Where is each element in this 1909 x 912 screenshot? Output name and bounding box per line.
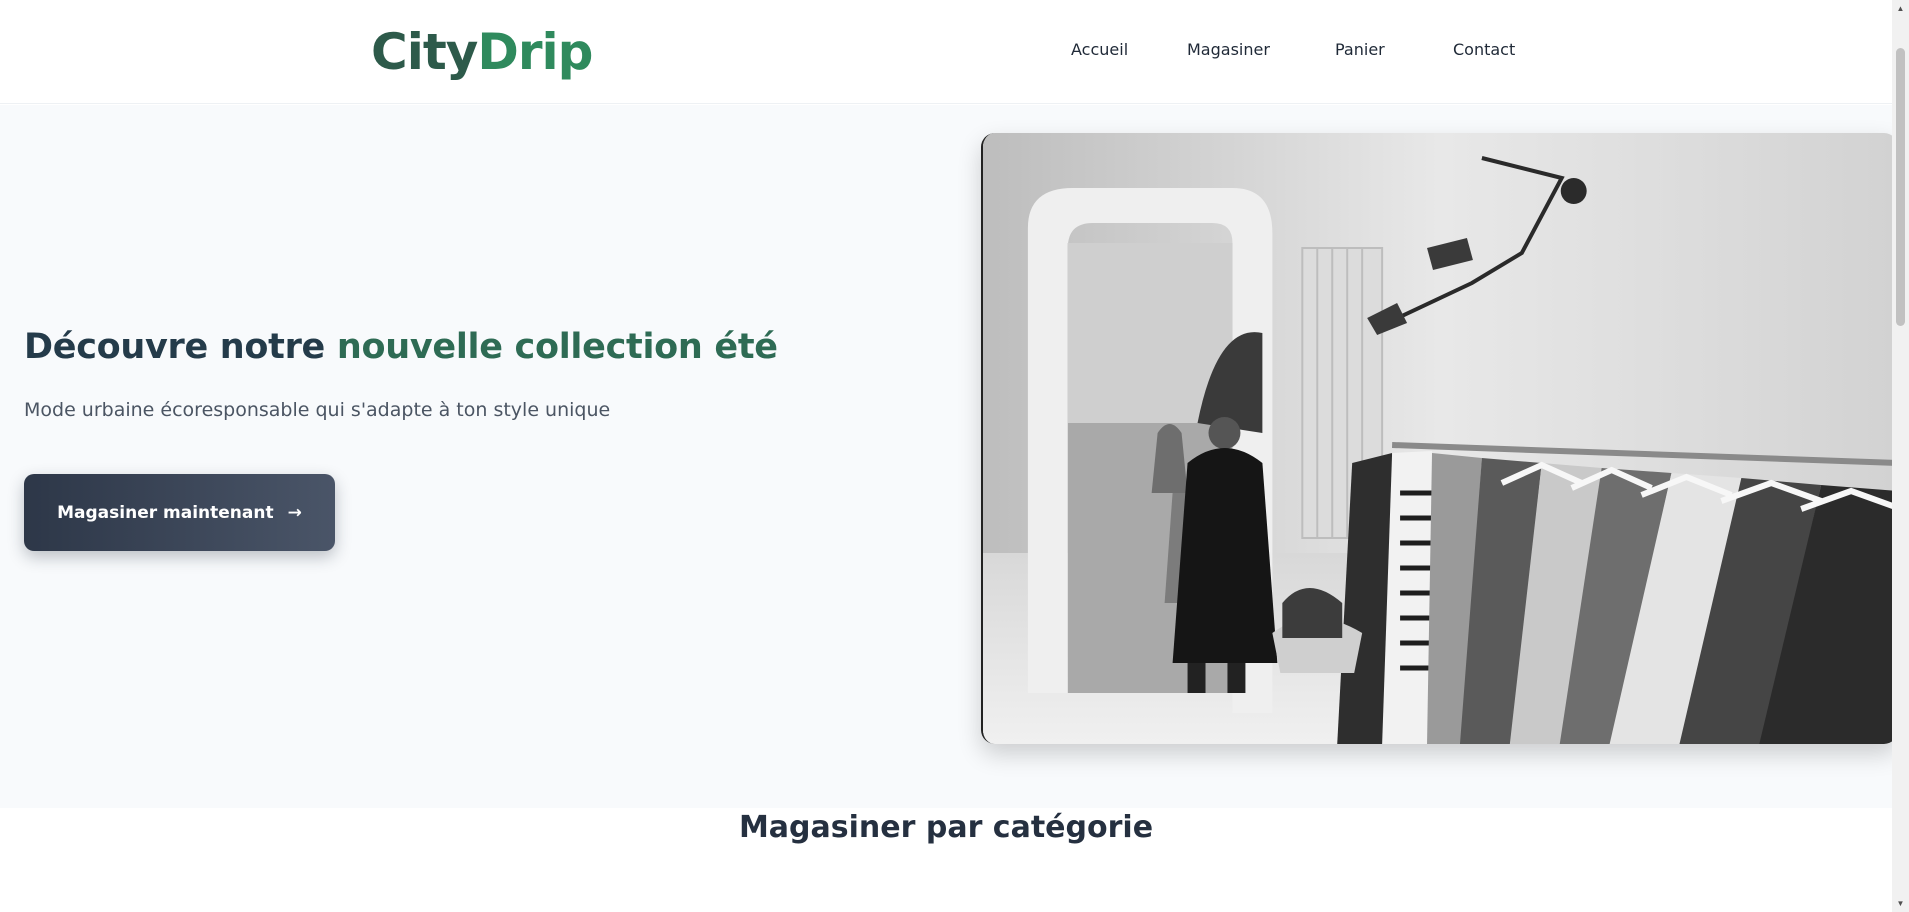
hero-image [981, 133, 1898, 744]
hero-title-start: Découvre notre [24, 327, 337, 367]
nav-link-panier[interactable]: Panier [1335, 40, 1385, 59]
shop-now-label: Magasiner maintenant [57, 502, 274, 523]
site-header: CityDrip Accueil Magasiner Panier Contac… [0, 0, 1892, 104]
hero-title-accent: nouvelle collection été [336, 327, 778, 367]
hero-section: Découvre notre nouvelle collection été M… [0, 105, 1898, 808]
scroll-up-icon[interactable]: ▲ [1892, 0, 1909, 17]
category-section-title: Magasiner par catégorie [738, 810, 1154, 845]
scroll-down-icon[interactable]: ▼ [1892, 895, 1909, 912]
clothing-store-photo-icon [983, 133, 1898, 744]
brand-logo-part1: City [371, 23, 478, 81]
nav-link-magasiner[interactable]: Magasiner [1187, 40, 1270, 59]
arrow-right-icon: → [287, 502, 302, 523]
nav-link-accueil[interactable]: Accueil [1071, 40, 1128, 59]
scroll-thumb[interactable] [1896, 48, 1905, 326]
page-scrollbar[interactable]: ▲ ▼ [1892, 0, 1909, 912]
hero-subtitle: Mode urbaine écoresponsable qui s'adapte… [24, 399, 611, 421]
brand-logo-part2: Drip [477, 23, 593, 81]
hero-title: Découvre notre nouvelle collection été [24, 327, 778, 367]
brand-logo[interactable]: CityDrip [371, 22, 593, 82]
shop-now-button[interactable]: Magasiner maintenant → [24, 474, 335, 551]
nav-link-contact[interactable]: Contact [1453, 40, 1515, 59]
